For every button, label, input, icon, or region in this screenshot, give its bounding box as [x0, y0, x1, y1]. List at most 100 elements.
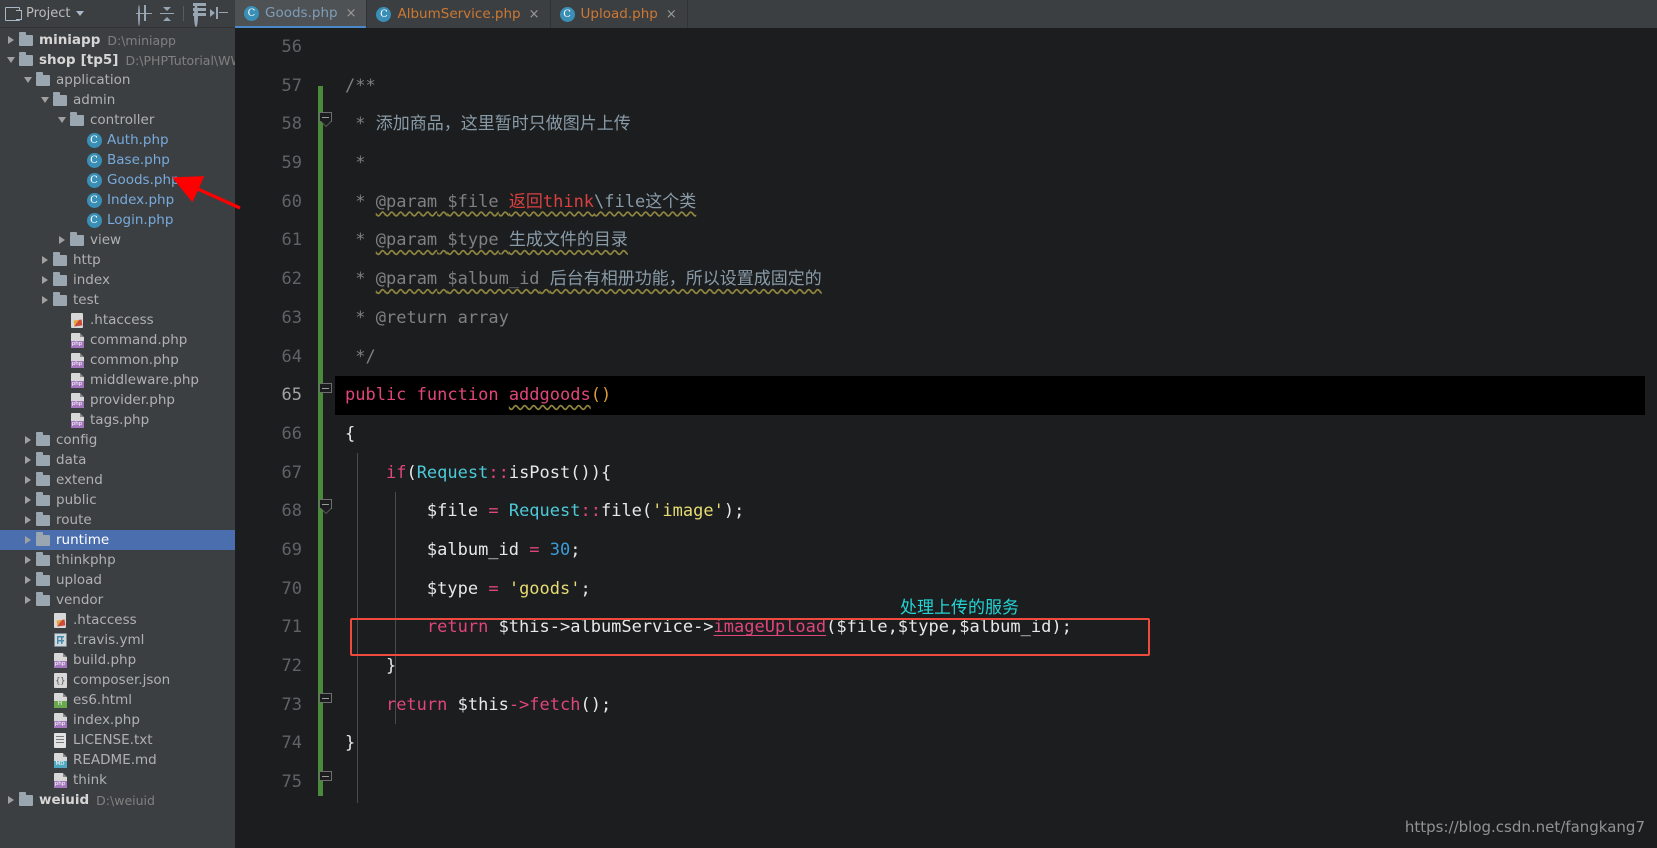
- editor-tab-upload-php[interactable]: C Upload.php ×: [550, 0, 687, 28]
- tree-node-module: [tp5]: [80, 52, 119, 68]
- tree-node-index-php[interactable]: C Index.php: [0, 190, 235, 210]
- tree-node-base-php[interactable]: C Base.php: [0, 150, 235, 170]
- collapse-all-icon[interactable]: [159, 6, 175, 22]
- code-line-56[interactable]: [335, 28, 1657, 67]
- php-class-icon: C: [85, 212, 103, 228]
- fold-marker-doc[interactable]: [319, 112, 332, 126]
- twisty-expanded-icon[interactable]: [55, 110, 68, 130]
- tree-node-auth-php[interactable]: C Auth.php: [0, 130, 235, 150]
- tree-node-http[interactable]: http: [0, 250, 235, 270]
- chevron-down-icon[interactable]: [76, 11, 85, 16]
- code-line-63[interactable]: * @return array: [335, 299, 1657, 338]
- twisty-collapsed-icon[interactable]: [21, 430, 34, 450]
- htaccess-icon: [51, 612, 69, 628]
- tree-node-index[interactable]: index: [0, 270, 235, 290]
- tree-node--htaccess[interactable]: .htaccess: [0, 610, 235, 630]
- tree-node-view[interactable]: view: [0, 230, 235, 250]
- twisty-collapsed-icon[interactable]: [38, 270, 51, 290]
- twisty-collapsed-icon[interactable]: [21, 590, 34, 610]
- twisty-collapsed-icon[interactable]: [38, 290, 51, 310]
- tree-node-es6-html[interactable]: Hes6.html: [0, 690, 235, 710]
- tree-node--htaccess[interactable]: .htaccess: [0, 310, 235, 330]
- tree-node-public[interactable]: public: [0, 490, 235, 510]
- twisty-collapsed-icon[interactable]: [21, 530, 34, 550]
- twisty-collapsed-icon[interactable]: [21, 470, 34, 490]
- project-tree[interactable]: miniapp D:\miniapp shop [tp5] D:\PHPTutorial…: [0, 28, 235, 848]
- twisty-collapsed-icon[interactable]: [21, 490, 34, 510]
- tree-node-index-php[interactable]: php index.php: [0, 710, 235, 730]
- tree-node-login-php[interactable]: C Login.php: [0, 210, 235, 230]
- code-line-73[interactable]: return $this->fetch();: [335, 686, 1657, 725]
- tree-node-runtime[interactable]: runtime: [0, 530, 235, 550]
- code-line-61[interactable]: * @param $type 生成文件的目录: [335, 221, 1657, 260]
- tree-node-miniapp[interactable]: miniapp D:\miniapp: [0, 30, 235, 50]
- settings-gear-icon[interactable]: [192, 3, 208, 27]
- twisty-expanded-icon[interactable]: [38, 90, 51, 110]
- close-icon[interactable]: ×: [529, 7, 540, 22]
- tree-node-thinkphp[interactable]: thinkphp: [0, 550, 235, 570]
- code-line-67[interactable]: if(Request::isPost()){: [335, 454, 1657, 493]
- code-line-68[interactable]: $file = Request::file('image');: [335, 492, 1657, 531]
- tree-node-tags-php[interactable]: php tags.php: [0, 410, 235, 430]
- code-line-69[interactable]: $album_id = 30;: [335, 531, 1657, 570]
- tree-node-admin[interactable]: admin: [0, 90, 235, 110]
- tree-node-command-php[interactable]: php command.php: [0, 330, 235, 350]
- tree-node-weiuid[interactable]: weiuid D:\weiuid: [0, 790, 235, 810]
- tree-node-middleware-php[interactable]: php middleware.php: [0, 370, 235, 390]
- fold-gutter[interactable]: [313, 28, 335, 848]
- tree-node-upload[interactable]: upload: [0, 570, 235, 590]
- close-icon[interactable]: ×: [346, 6, 357, 21]
- tree-node-data[interactable]: data: [0, 450, 235, 470]
- editor-tabbar[interactable]: C Goods.php × C AlbumService.php × C Upload.php…: [235, 0, 1657, 28]
- tree-node-provider-php[interactable]: php provider.php: [0, 390, 235, 410]
- code-line-60[interactable]: * @param $file 返回think\file这个类: [335, 183, 1657, 222]
- twisty-collapsed-icon[interactable]: [38, 250, 51, 270]
- fold-marker-method-end[interactable]: [319, 771, 332, 784]
- editor-tab-goods-php[interactable]: C Goods.php ×: [235, 0, 367, 28]
- twisty-expanded-icon[interactable]: [21, 70, 34, 90]
- tree-node-test[interactable]: test: [0, 290, 235, 310]
- code-line-74[interactable]: }: [335, 724, 1657, 763]
- twisty-expanded-icon[interactable]: [4, 50, 17, 70]
- twisty-collapsed-icon[interactable]: [4, 790, 17, 810]
- tree-node-shop[interactable]: shop[tp5] D:\PHPTutorial\WWW\s: [0, 50, 235, 70]
- fold-marker-doc-end[interactable]: [319, 383, 332, 396]
- twisty-collapsed-icon[interactable]: [55, 230, 68, 250]
- code-line-75[interactable]: [335, 763, 1657, 802]
- code-line-65[interactable]: public function addgoods(): [335, 376, 1657, 415]
- twisty-collapsed-icon[interactable]: [21, 450, 34, 470]
- tree-node--travis-yml[interactable]: .travis.yml: [0, 630, 235, 650]
- tree-node-application[interactable]: application: [0, 70, 235, 90]
- tree-node-license-txt[interactable]: LICENSE.txt: [0, 730, 235, 750]
- code-line-59[interactable]: *: [335, 144, 1657, 183]
- code-line-72[interactable]: }: [335, 647, 1657, 686]
- fold-marker-if[interactable]: [319, 499, 332, 513]
- editor-tab-albumservice-php[interactable]: C AlbumService.php ×: [367, 0, 550, 28]
- source-code[interactable]: /** * 添加商品，这里暂时只做图片上传 * * @param $file 返…: [335, 28, 1657, 848]
- tree-node-readme-md[interactable]: MD README.md: [0, 750, 235, 770]
- twisty-collapsed-icon[interactable]: [4, 30, 17, 50]
- code-line-57[interactable]: /**: [335, 67, 1657, 106]
- code-line-64[interactable]: */: [335, 338, 1657, 377]
- tree-node-think[interactable]: php think: [0, 770, 235, 790]
- tree-node-config[interactable]: config: [0, 430, 235, 450]
- tree-node-build-php[interactable]: php build.php: [0, 650, 235, 670]
- editor-scrollbar[interactable]: [1645, 56, 1657, 848]
- locate-icon[interactable]: [137, 4, 153, 26]
- tree-node-route[interactable]: route: [0, 510, 235, 530]
- fold-marker-if-end[interactable]: [319, 693, 332, 706]
- tree-node-controller[interactable]: controller: [0, 110, 235, 130]
- close-icon[interactable]: ×: [666, 7, 677, 22]
- code-line-66[interactable]: {: [335, 415, 1657, 454]
- tree-node-extend[interactable]: extend: [0, 470, 235, 490]
- tree-node-goods-php[interactable]: C Goods.php: [0, 170, 235, 190]
- tree-node-vendor[interactable]: vendor: [0, 590, 235, 610]
- code-line-58[interactable]: * 添加商品，这里暂时只做图片上传: [335, 105, 1657, 144]
- tree-node-composer-json[interactable]: composer.json: [0, 670, 235, 690]
- twisty-collapsed-icon[interactable]: [21, 570, 34, 590]
- twisty-collapsed-icon[interactable]: [21, 510, 34, 530]
- twisty-collapsed-icon[interactable]: [21, 550, 34, 570]
- tree-node-common-php[interactable]: php common.php: [0, 350, 235, 370]
- code-line-62[interactable]: * @param $album_id 后台有相册功能，所以设置成固定的: [335, 260, 1657, 299]
- hide-panel-icon[interactable]: [210, 6, 230, 22]
